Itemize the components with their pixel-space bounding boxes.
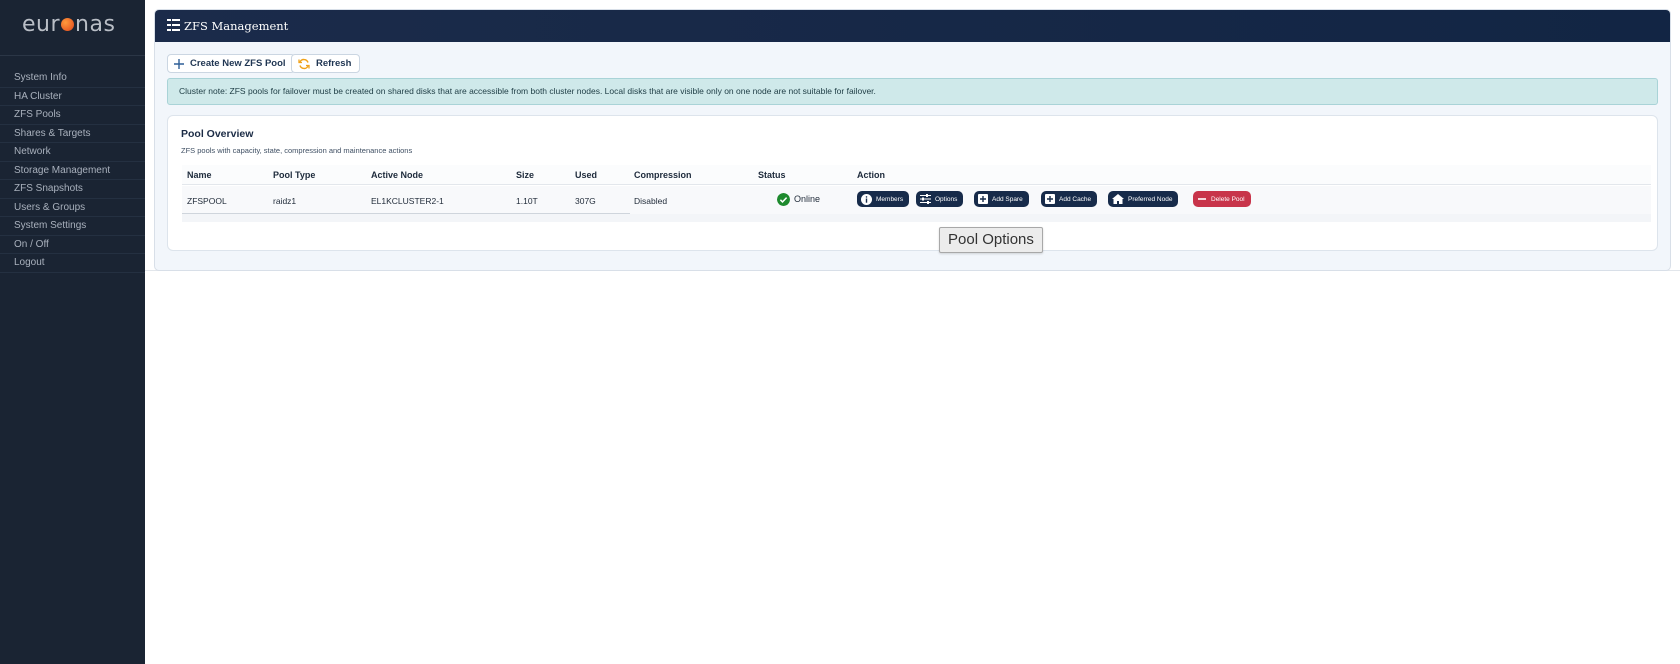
cell-pool-type: raidz1 <box>273 196 297 206</box>
sidebar-nav: System Info HA Cluster ZFS Pools Shares … <box>0 69 145 273</box>
pool-overview-subtitle: ZFS pools with capacity, state, compress… <box>181 146 413 155</box>
logo-text-left: eur <box>22 12 61 37</box>
cell-used: 307G <box>575 196 596 206</box>
delete-pool-button[interactable]: Delete Pool <box>1193 191 1251 207</box>
sidebar-item-shares-targets[interactable]: Shares & Targets <box>0 125 145 143</box>
column-header-name[interactable]: Name <box>187 170 212 180</box>
options-label: Options <box>935 195 958 203</box>
refresh-label: Refresh <box>316 58 352 69</box>
members-label: Members <box>876 195 904 203</box>
plus-icon <box>174 58 184 69</box>
table-footer <box>182 214 1651 222</box>
column-header-size[interactable]: Size <box>516 170 534 180</box>
cell-pool-name: ZFSPOOL <box>187 196 227 206</box>
table-header: Name Pool Type Active Node Size Used Com… <box>182 165 1651 185</box>
column-header-pool-type[interactable]: Pool Type <box>273 170 315 180</box>
add-spare-button[interactable]: Add Spare <box>974 191 1029 207</box>
preferred-node-button[interactable]: Preferred Node <box>1108 191 1179 207</box>
sidebar: eur nas System Info HA Cluster ZFS Pools … <box>0 0 145 664</box>
create-pool-label: Create New ZFS Pool <box>190 58 286 69</box>
column-header-active-node[interactable]: Active Node <box>371 170 423 180</box>
refresh-icon <box>298 58 310 69</box>
plus-square-icon <box>978 194 988 204</box>
table-row: ZFSPOOL raidz1 EL1KCLUSTER2-1 1.10T 307G… <box>182 186 1651 214</box>
members-button[interactable]: Members <box>857 191 910 207</box>
column-header-status[interactable]: Status <box>758 170 786 180</box>
logo-text-right: nas <box>75 12 116 37</box>
sidebar-item-storage-management[interactable]: Storage Management <box>0 162 145 180</box>
pool-overview-title: Pool Overview <box>181 128 254 140</box>
plus-square-icon <box>1045 194 1055 204</box>
panel-header: ZFS Management <box>155 10 1670 42</box>
cell-compression: Disabled <box>634 196 668 206</box>
refresh-button[interactable]: Refresh <box>291 54 361 73</box>
check-circle-icon <box>777 193 790 206</box>
sidebar-item-on-off[interactable]: On / Off <box>0 236 145 254</box>
sidebar-item-system-settings[interactable]: System Settings <box>0 217 145 236</box>
minus-icon <box>1198 198 1206 200</box>
sidebar-item-network[interactable]: Network <box>0 143 145 162</box>
euronas-logo[interactable]: eur nas <box>22 12 115 37</box>
cell-active-node: EL1KCLUSTER2-1 <box>371 196 444 206</box>
sidebar-item-system-info[interactable]: System Info <box>0 69 145 88</box>
sidebar-item-users-groups[interactable]: Users & Groups <box>0 199 145 217</box>
zfs-management-panel: ZFS Management Create New ZFS Pool Refre… <box>154 9 1671 271</box>
page-title: ZFS Management <box>184 19 289 33</box>
add-cache-label: Add Cache <box>1059 195 1092 203</box>
sidebar-item-logout[interactable]: Logout <box>0 254 145 273</box>
info-icon <box>861 193 872 205</box>
column-header-used[interactable]: Used <box>575 170 597 180</box>
zfs-stack-icon <box>167 19 180 31</box>
column-header-action: Action <box>857 170 885 180</box>
delete-pool-label: Delete Pool <box>1211 195 1245 203</box>
sidebar-item-zfs-pools[interactable]: ZFS Pools <box>0 106 145 125</box>
logo-orb-icon <box>61 18 75 31</box>
add-spare-label: Add Spare <box>992 195 1023 203</box>
sidebar-item-ha-cluster[interactable]: HA Cluster <box>0 88 145 106</box>
pool-overview-card: Pool Overview ZFS pools with capacity, s… <box>167 115 1658 251</box>
column-header-compression[interactable]: Compression <box>634 170 692 180</box>
pool-options-tooltip: Pool Options <box>939 227 1043 253</box>
preferred-node-label: Preferred Node <box>1128 195 1173 203</box>
add-cache-button[interactable]: Add Cache <box>1041 191 1098 207</box>
status-online: Online <box>794 194 821 204</box>
sliders-icon <box>920 194 931 204</box>
cluster-note-alert: Cluster note: ZFS pools for failover mus… <box>167 78 1658 105</box>
sidebar-divider <box>0 55 145 56</box>
sidebar-item-zfs-snapshots[interactable]: ZFS Snapshots <box>0 180 145 199</box>
home-icon <box>1112 194 1124 204</box>
options-button[interactable]: Options <box>916 191 964 207</box>
create-pool-button[interactable]: Create New ZFS Pool <box>167 54 295 73</box>
cell-size: 1.10T <box>516 196 538 206</box>
